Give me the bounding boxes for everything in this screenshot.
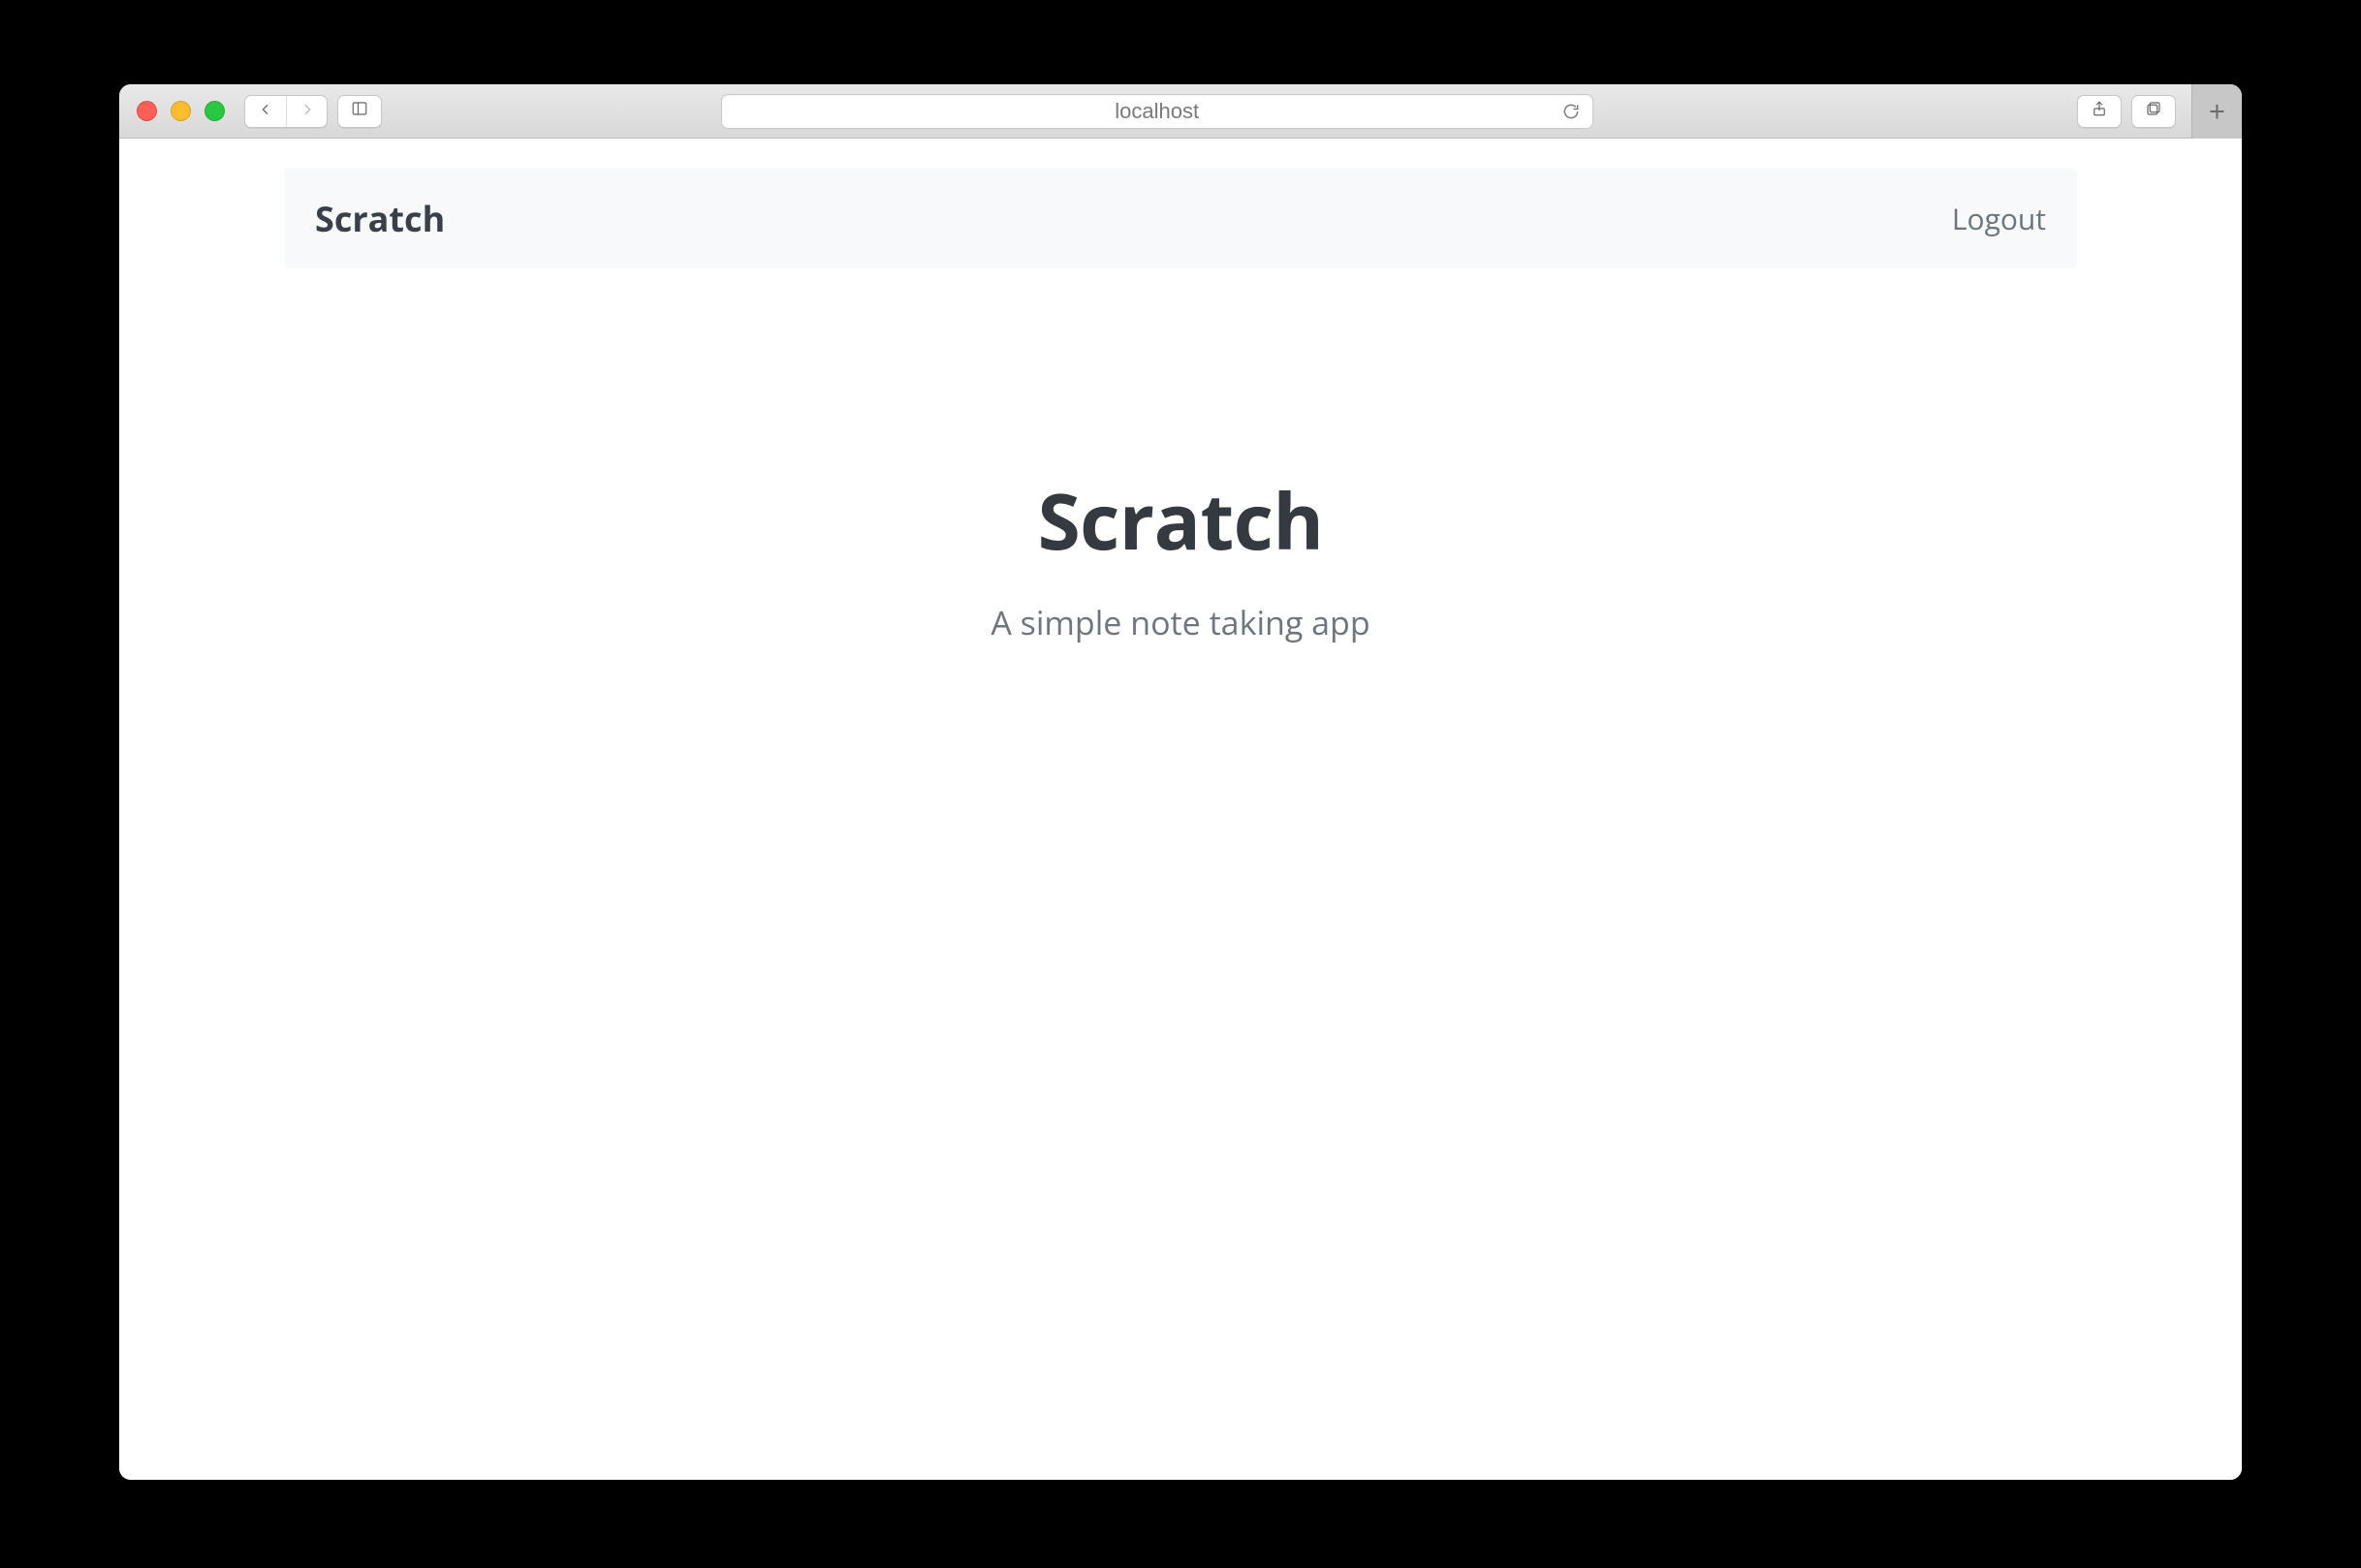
new-tab-button[interactable]: + — [2191, 84, 2242, 139]
url-text: localhost — [1115, 99, 1199, 124]
window-controls — [137, 101, 225, 121]
chevron-left-icon — [258, 101, 273, 122]
page-viewport: Scratch Logout Scratch A simple note tak… — [119, 139, 2242, 1480]
back-button[interactable] — [245, 96, 286, 127]
browser-window: localhost + Scrat — [119, 84, 2242, 1480]
tabs-icon — [2145, 100, 2162, 122]
share-icon — [2091, 100, 2108, 122]
browser-toolbar: localhost + — [119, 84, 2242, 139]
sidebar-icon — [351, 100, 368, 122]
plus-icon: + — [2209, 97, 2225, 126]
show-tabs-button[interactable] — [2131, 95, 2176, 128]
hero-section: Scratch A simple note taking app — [284, 268, 2077, 644]
maximize-window-button[interactable] — [205, 101, 225, 121]
forward-button[interactable] — [286, 96, 327, 127]
app-navbar: Scratch Logout — [284, 168, 2077, 268]
chevron-right-icon — [299, 101, 315, 122]
nav-back-forward-group — [244, 95, 328, 128]
logout-link[interactable]: Logout — [1952, 199, 2046, 238]
reload-button[interactable] — [1561, 102, 1581, 121]
page-subtitle: A simple note taking app — [284, 600, 2077, 644]
page-title: Scratch — [284, 467, 2077, 573]
brand-link[interactable]: Scratch — [315, 195, 445, 242]
address-bar[interactable]: localhost — [721, 94, 1593, 129]
close-window-button[interactable] — [137, 101, 157, 121]
toolbar-right: + — [2077, 95, 2230, 128]
sidebar-toggle-button[interactable] — [337, 95, 382, 128]
minimize-window-button[interactable] — [171, 101, 191, 121]
share-button[interactable] — [2077, 95, 2122, 128]
